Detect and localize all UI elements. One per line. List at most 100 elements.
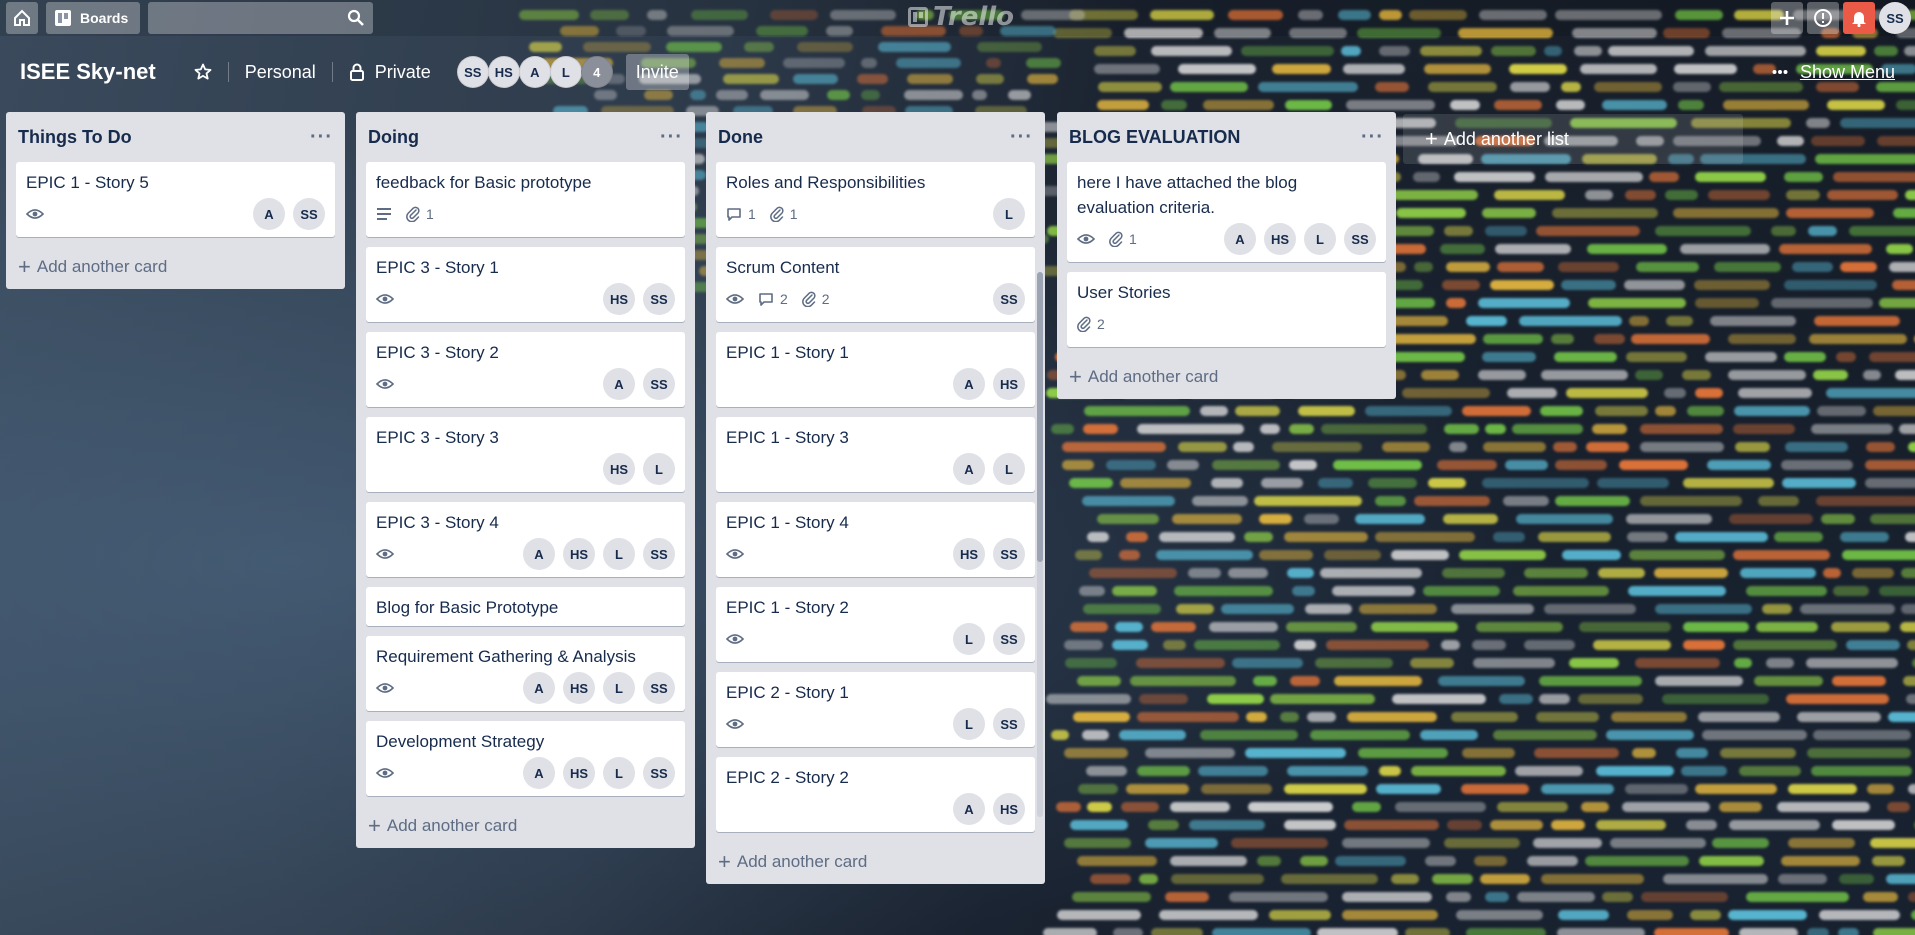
member-avatar[interactable]: HS [603,453,635,485]
card-badges: 1 [376,206,434,222]
invite-button[interactable]: Invite [625,54,689,90]
member-avatar[interactable]: HS [563,757,595,789]
member-avatar[interactable]: A [953,368,985,400]
card[interactable]: EPIC 1 - Story 1 A HS [716,332,1035,407]
show-menu-button[interactable]: Show Menu [1772,62,1895,83]
member-avatar[interactable]: SS [993,708,1025,740]
member-avatar[interactable]: HS [563,538,595,570]
card[interactable]: EPIC 1 - Story 4 HS SS [716,502,1035,577]
member-avatar[interactable]: L [643,453,675,485]
member-avatar[interactable]: A [523,672,555,704]
card[interactable]: EPIC 3 - Story 1 HS SS [366,247,685,322]
eye-icon [726,633,744,645]
member-avatar[interactable]: A [603,368,635,400]
member-avatar[interactable]: HS [1264,223,1296,255]
comments-badge: 2 [758,291,788,307]
boards-button[interactable]: Boards [46,2,141,34]
member-avatar[interactable]: SS [1344,223,1376,255]
trello-logo[interactable]: Trello [908,2,1014,32]
create-button[interactable] [1771,2,1803,34]
home-button[interactable] [6,2,38,34]
ellipsis-icon[interactable]: ··· [660,126,683,149]
member-avatar[interactable]: L [953,623,985,655]
list-scrollbar-thumb[interactable] [1037,272,1043,562]
list-title[interactable]: Things To Do [18,127,132,148]
card-badges [376,293,394,305]
member-avatar[interactable]: A [523,757,555,789]
search-input[interactable] [148,10,348,26]
member-avatar[interactable]: L [603,538,635,570]
list-title[interactable]: BLOG EVALUATION [1069,127,1240,148]
member-avatar[interactable]: HS [487,56,520,88]
search-box[interactable] [148,2,374,34]
ellipsis-icon[interactable]: ··· [310,126,333,149]
add-card-button[interactable]: + Add another card [16,247,335,281]
member-avatar[interactable]: SS [643,283,675,315]
card[interactable]: EPIC 2 - Story 2 A HS [716,757,1035,832]
member-avatar[interactable]: HS [993,368,1025,400]
card[interactable]: EPIC 1 - Story 3 AL [716,417,1035,492]
member-avatar[interactable]: L [993,198,1025,230]
member-avatar[interactable]: L [603,672,635,704]
search-icon[interactable] [347,9,365,27]
member-avatar[interactable]: SS [643,368,675,400]
member-avatar[interactable]: L [603,757,635,789]
card[interactable]: EPIC 3 - Story 4 A HS L SS [366,502,685,577]
member-avatar[interactable]: A [1224,223,1256,255]
member-avatar[interactable]: A [953,453,985,485]
add-list-button[interactable]: + Add another list [1403,114,1743,164]
card-members: L SS [953,708,1025,740]
more-members-count[interactable]: 4 [580,56,613,88]
card[interactable]: EPIC 3 - Story 2 A SS [366,332,685,407]
card-badges [376,548,394,560]
member-avatar[interactable]: A [518,56,551,88]
info-button[interactable] [1807,2,1839,34]
ellipsis-icon[interactable]: ··· [1361,126,1384,149]
member-avatar[interactable]: HS [953,538,985,570]
member-avatar[interactable]: HS [993,793,1025,825]
card[interactable]: feedback for Basic prototype 1 [366,162,685,237]
attachments-badge: 2 [1077,316,1105,332]
card[interactable]: Development Strategy A HS L SS [366,721,685,796]
member-avatar[interactable]: SS [643,672,675,704]
member-avatar[interactable]: SS [293,198,325,230]
member-avatar[interactable]: SS [993,283,1025,315]
member-avatar[interactable]: L [549,56,582,88]
user-avatar[interactable]: SS [1879,2,1911,34]
star-button[interactable] [184,56,222,88]
visibility-button[interactable]: Private [339,56,441,88]
member-avatar[interactable]: A [523,538,555,570]
member-avatar[interactable]: L [1304,223,1336,255]
card[interactable]: User Stories 2 [1067,272,1386,347]
card[interactable]: here I have attached the blog evaluation… [1067,162,1386,262]
member-avatar[interactable]: L [953,708,985,740]
add-card-button[interactable]: + Add another card [716,842,1035,876]
member-avatar[interactable]: SS [993,623,1025,655]
member-avatar[interactable]: HS [603,283,635,315]
member-avatar[interactable]: HS [563,672,595,704]
card[interactable]: EPIC 2 - Story 1 L SS [716,672,1035,747]
member-avatar[interactable]: SS [643,757,675,789]
list-title[interactable]: Doing [368,127,419,148]
member-avatar[interactable]: SS [456,56,489,88]
notifications-button[interactable] [1843,2,1875,34]
card[interactable]: Requirement Gathering & Analysis A HS L SS [366,636,685,711]
member-avatar[interactable]: SS [643,538,675,570]
card[interactable]: Blog for Basic Prototype [366,587,685,626]
list-title[interactable]: Done [718,127,763,148]
team-button[interactable]: Personal [235,56,326,88]
card[interactable]: Roles and Responsibilities 1 1 L [716,162,1035,237]
board-title[interactable]: ISEE Sky-net [20,59,156,85]
card[interactable]: Scrum Content 2 2 SS [716,247,1035,322]
member-avatar[interactable]: SS [993,538,1025,570]
add-card-button[interactable]: + Add another card [366,806,685,840]
member-avatar[interactable]: A [953,793,985,825]
card[interactable]: EPIC 1 - Story 2 L SS [716,587,1035,662]
ellipsis-icon[interactable]: ··· [1010,126,1033,149]
card[interactable]: EPIC 1 - Story 5 A SS [16,162,335,237]
add-card-button[interactable]: + Add another card [1067,357,1386,391]
boards-icon [54,9,72,27]
member-avatar[interactable]: L [993,453,1025,485]
card[interactable]: EPIC 3 - Story 3 HS L [366,417,685,492]
member-avatar[interactable]: A [253,198,285,230]
